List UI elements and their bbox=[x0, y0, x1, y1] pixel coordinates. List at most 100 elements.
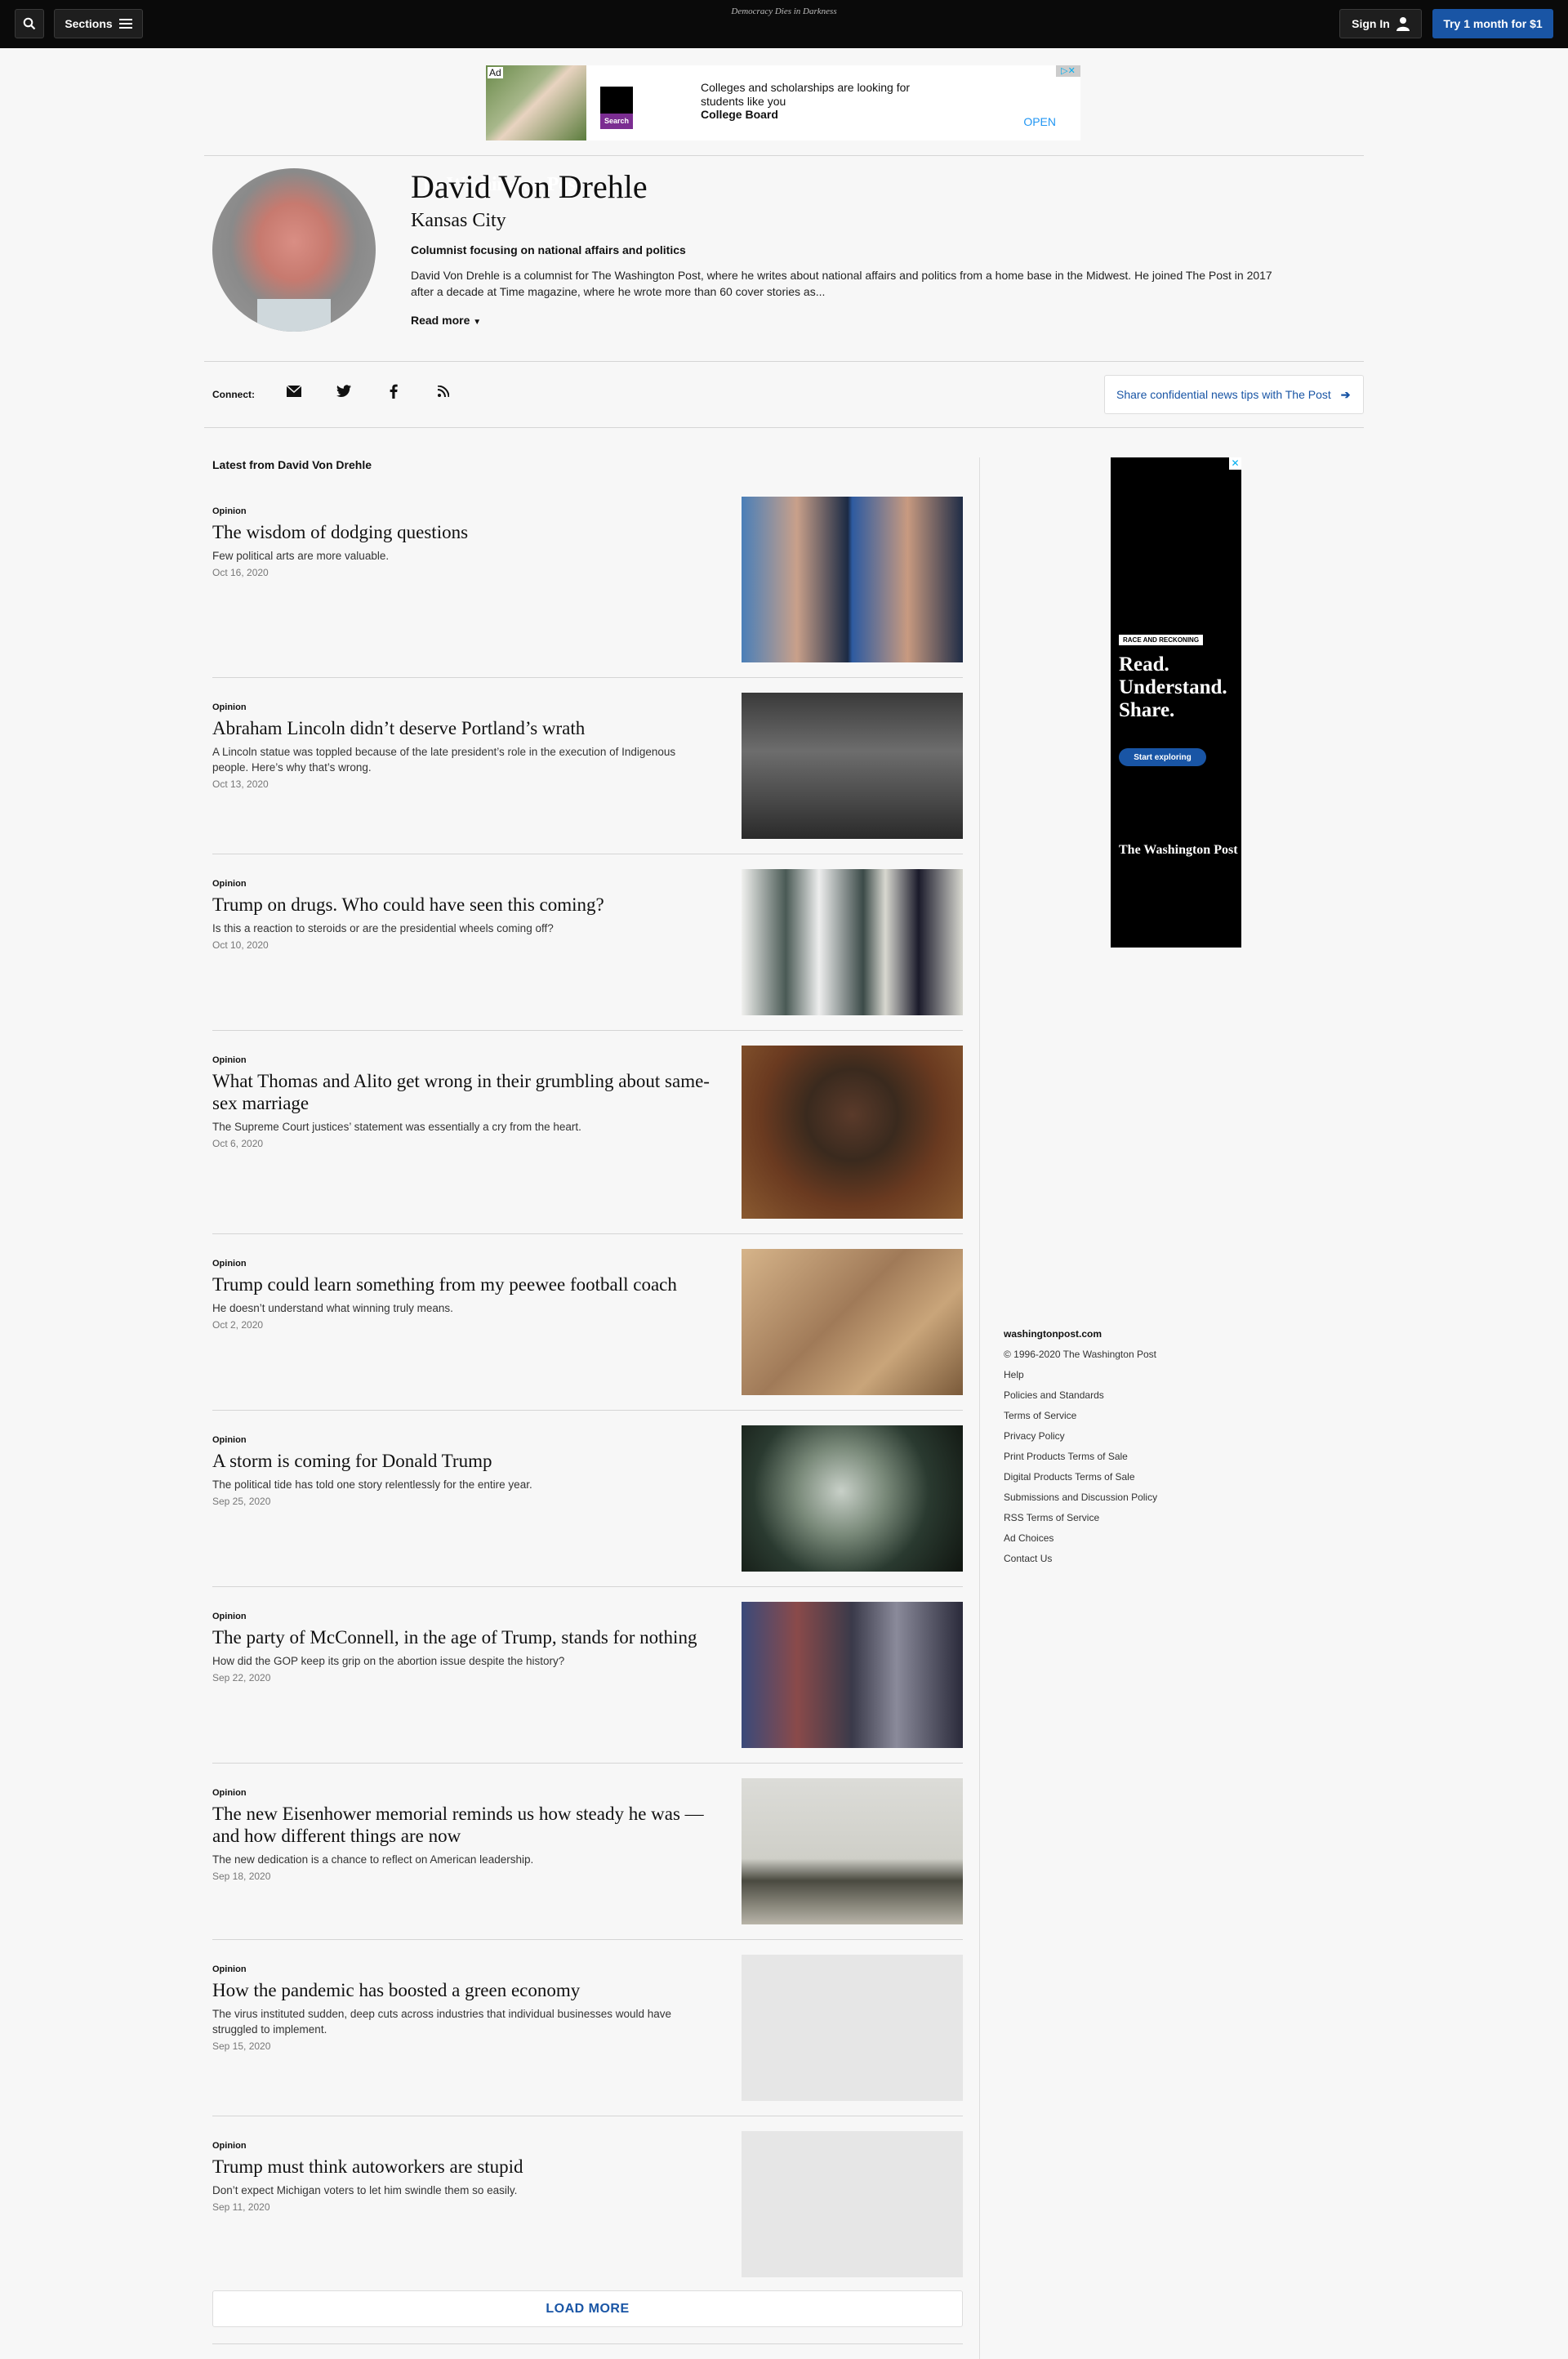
article-item[interactable]: Opinion The wisdom of dodging questions Fe… bbox=[212, 482, 963, 678]
article-item[interactable]: Opinion Trump on drugs. Who could have se… bbox=[212, 854, 963, 1031]
article-kicker: Opinion bbox=[212, 1612, 247, 1621]
article-thumbnail[interactable] bbox=[742, 1046, 963, 1219]
article-date: Sep 18, 2020 bbox=[212, 1871, 271, 1882]
article-thumbnail[interactable] bbox=[742, 1602, 963, 1748]
ad-close-icon[interactable]: ✕ bbox=[1229, 457, 1241, 470]
article-headline[interactable]: The new Eisenhower memorial reminds us h… bbox=[212, 1803, 710, 1847]
divider bbox=[212, 2343, 963, 2344]
caret-down-icon: ▼ bbox=[473, 318, 482, 327]
sections-label: Sections bbox=[65, 17, 113, 30]
footer-link[interactable]: Privacy Policy bbox=[1004, 1429, 1157, 1449]
author-bio: David Von Drehle is a columnist for The … bbox=[411, 269, 1272, 298]
author-location: Kansas City bbox=[411, 210, 506, 231]
article-kicker: Opinion bbox=[212, 1055, 247, 1065]
email-icon[interactable] bbox=[284, 384, 304, 401]
subscribe-button[interactable]: Try 1 month for $1 bbox=[1432, 9, 1553, 38]
article-thumbnail[interactable] bbox=[742, 693, 963, 839]
article-date: Oct 10, 2020 bbox=[212, 939, 269, 951]
article-headline[interactable]: A storm is coming for Donald Trump bbox=[212, 1450, 710, 1472]
article-thumbnail[interactable] bbox=[742, 869, 963, 1015]
article-item[interactable]: Opinion The new Eisenhower memorial remin… bbox=[212, 1764, 963, 1940]
site-logo[interactable]: The Washington Post Democracy Dies in Da… bbox=[0, 7, 1568, 195]
article-item[interactable]: Opinion The party of McConnell, in the ag… bbox=[212, 1587, 963, 1764]
rss-icon[interactable] bbox=[434, 384, 453, 401]
ad-start-exploring-button[interactable]: Start exploring bbox=[1119, 748, 1206, 766]
article-text: Opinion The new Eisenhower memorial remin… bbox=[212, 1778, 710, 1924]
article-thumbnail[interactable] bbox=[742, 1249, 963, 1395]
article-description: Don’t expect Michigan voters to let him … bbox=[212, 2184, 518, 2196]
article-thumbnail[interactable] bbox=[742, 497, 963, 662]
article-description: How did the GOP keep its grip on the abo… bbox=[212, 1655, 565, 1667]
article-headline[interactable]: Trump on drugs. Who could have seen this… bbox=[212, 894, 710, 916]
ad-logo: The Washington Post bbox=[1119, 843, 1238, 857]
article-description: The virus instituted sudden, deep cuts a… bbox=[212, 2008, 672, 2036]
article-thumbnail[interactable] bbox=[742, 1778, 963, 1924]
article-kicker: Opinion bbox=[212, 879, 247, 889]
ad-open-button[interactable]: OPEN bbox=[1023, 115, 1056, 128]
ad-headline-line: Share. bbox=[1119, 699, 1175, 721]
article-kicker: Opinion bbox=[212, 2141, 247, 2151]
search-icon bbox=[23, 17, 36, 30]
connect-label: Connect: bbox=[212, 389, 255, 400]
footer: washingtonpost.com © 1996-2020 The Washi… bbox=[1004, 1327, 1157, 1572]
article-date: Sep 11, 2020 bbox=[212, 2201, 270, 2213]
article-headline[interactable]: The wisdom of dodging questions bbox=[212, 521, 710, 543]
advertiser-logo-badge: Search bbox=[600, 114, 633, 129]
article-item[interactable]: Opinion A storm is coming for Donald Trum… bbox=[212, 1411, 963, 1587]
footer-link[interactable]: Digital Products Terms of Sale bbox=[1004, 1469, 1157, 1490]
article-item[interactable]: Opinion Trump could learn something from … bbox=[212, 1234, 963, 1411]
footer-site[interactable]: washingtonpost.com bbox=[1004, 1327, 1157, 1347]
article-text: Opinion How the pandemic has boosted a gr… bbox=[212, 1955, 710, 2101]
article-headline[interactable]: What Thomas and Alito get wrong in their… bbox=[212, 1070, 710, 1114]
article-text: Opinion The wisdom of dodging questions Fe… bbox=[212, 497, 710, 662]
divider bbox=[204, 361, 1364, 362]
footer-link[interactable]: Policies and Standards bbox=[1004, 1388, 1157, 1408]
sign-in-button[interactable]: Sign In bbox=[1339, 9, 1422, 38]
advertiser-logo: Search bbox=[600, 87, 633, 129]
article-headline[interactable]: Trump must think autoworkers are stupid bbox=[212, 2156, 710, 2178]
twitter-icon[interactable] bbox=[334, 384, 354, 401]
footer-link[interactable]: Help bbox=[1004, 1367, 1157, 1388]
article-kicker: Opinion bbox=[212, 506, 247, 516]
author-tagline: Columnist focusing on national affairs a… bbox=[411, 243, 686, 256]
ad-advertiser: College Board bbox=[701, 108, 778, 121]
article-thumbnail[interactable] bbox=[742, 2131, 963, 2277]
article-date: Oct 2, 2020 bbox=[212, 1319, 264, 1331]
article-item[interactable]: Opinion What Thomas and Alito get wrong i… bbox=[212, 1031, 963, 1234]
author-avatar bbox=[212, 168, 376, 332]
latest-section-title: Latest from David Von Drehle bbox=[212, 458, 372, 471]
article-text: Opinion A storm is coming for Donald Trum… bbox=[212, 1425, 710, 1572]
article-thumbnail[interactable] bbox=[742, 1955, 963, 2101]
right-ad[interactable]: ✕ RACE AND RECKONING Read. Understand. S… bbox=[1111, 457, 1241, 948]
article-description: The political tide has told one story re… bbox=[212, 1478, 532, 1491]
article-text: Opinion What Thomas and Alito get wrong i… bbox=[212, 1046, 710, 1219]
footer-link[interactable]: Terms of Service bbox=[1004, 1408, 1157, 1429]
article-headline[interactable]: Abraham Lincoln didn’t deserve Portland’… bbox=[212, 717, 710, 739]
article-kicker: Opinion bbox=[212, 1259, 247, 1269]
article-item[interactable]: Opinion How the pandemic has boosted a gr… bbox=[212, 1940, 963, 2116]
article-date: Oct 16, 2020 bbox=[212, 567, 269, 578]
footer-link[interactable]: Submissions and Discussion Policy bbox=[1004, 1490, 1157, 1510]
facebook-icon[interactable] bbox=[384, 384, 403, 403]
article-date: Sep 15, 2020 bbox=[212, 2040, 271, 2052]
load-more-button[interactable]: LOAD MORE bbox=[212, 2290, 963, 2327]
footer-link[interactable]: Ad Choices bbox=[1004, 1531, 1157, 1551]
top-navigation-bar: Sections The Washington Post Democracy D… bbox=[0, 0, 1568, 195]
footer-link[interactable]: Print Products Terms of Sale bbox=[1004, 1449, 1157, 1469]
read-more-button[interactable]: Read more ▼ bbox=[411, 314, 481, 327]
share-news-tips-button[interactable]: Share confidential news tips with The Po… bbox=[1104, 375, 1364, 414]
article-headline[interactable]: The party of McConnell, in the age of Tr… bbox=[212, 1626, 710, 1648]
article-item[interactable]: Opinion Abraham Lincoln didn’t deserve Po… bbox=[212, 678, 963, 854]
article-headline[interactable]: How the pandemic has boosted a green eco… bbox=[212, 1979, 710, 2001]
ad-close-icon[interactable]: ▷✕ bbox=[1056, 65, 1080, 77]
article-thumbnail[interactable] bbox=[742, 1425, 963, 1572]
user-icon bbox=[1396, 17, 1410, 31]
top-ad-banner[interactable]: Ad Search Colleges and scholarships are … bbox=[486, 65, 1080, 140]
article-text: Opinion Trump could learn something from … bbox=[212, 1249, 710, 1395]
footer-link[interactable]: RSS Terms of Service bbox=[1004, 1510, 1157, 1531]
article-headline[interactable]: Trump could learn something from my peew… bbox=[212, 1273, 710, 1295]
footer-link[interactable]: Contact Us bbox=[1004, 1551, 1157, 1572]
footer-copyright: © 1996-2020 The Washington Post bbox=[1004, 1349, 1156, 1360]
article-date: Sep 22, 2020 bbox=[212, 1672, 271, 1683]
article-item[interactable]: Opinion Trump must think autoworkers are … bbox=[212, 2116, 963, 2293]
